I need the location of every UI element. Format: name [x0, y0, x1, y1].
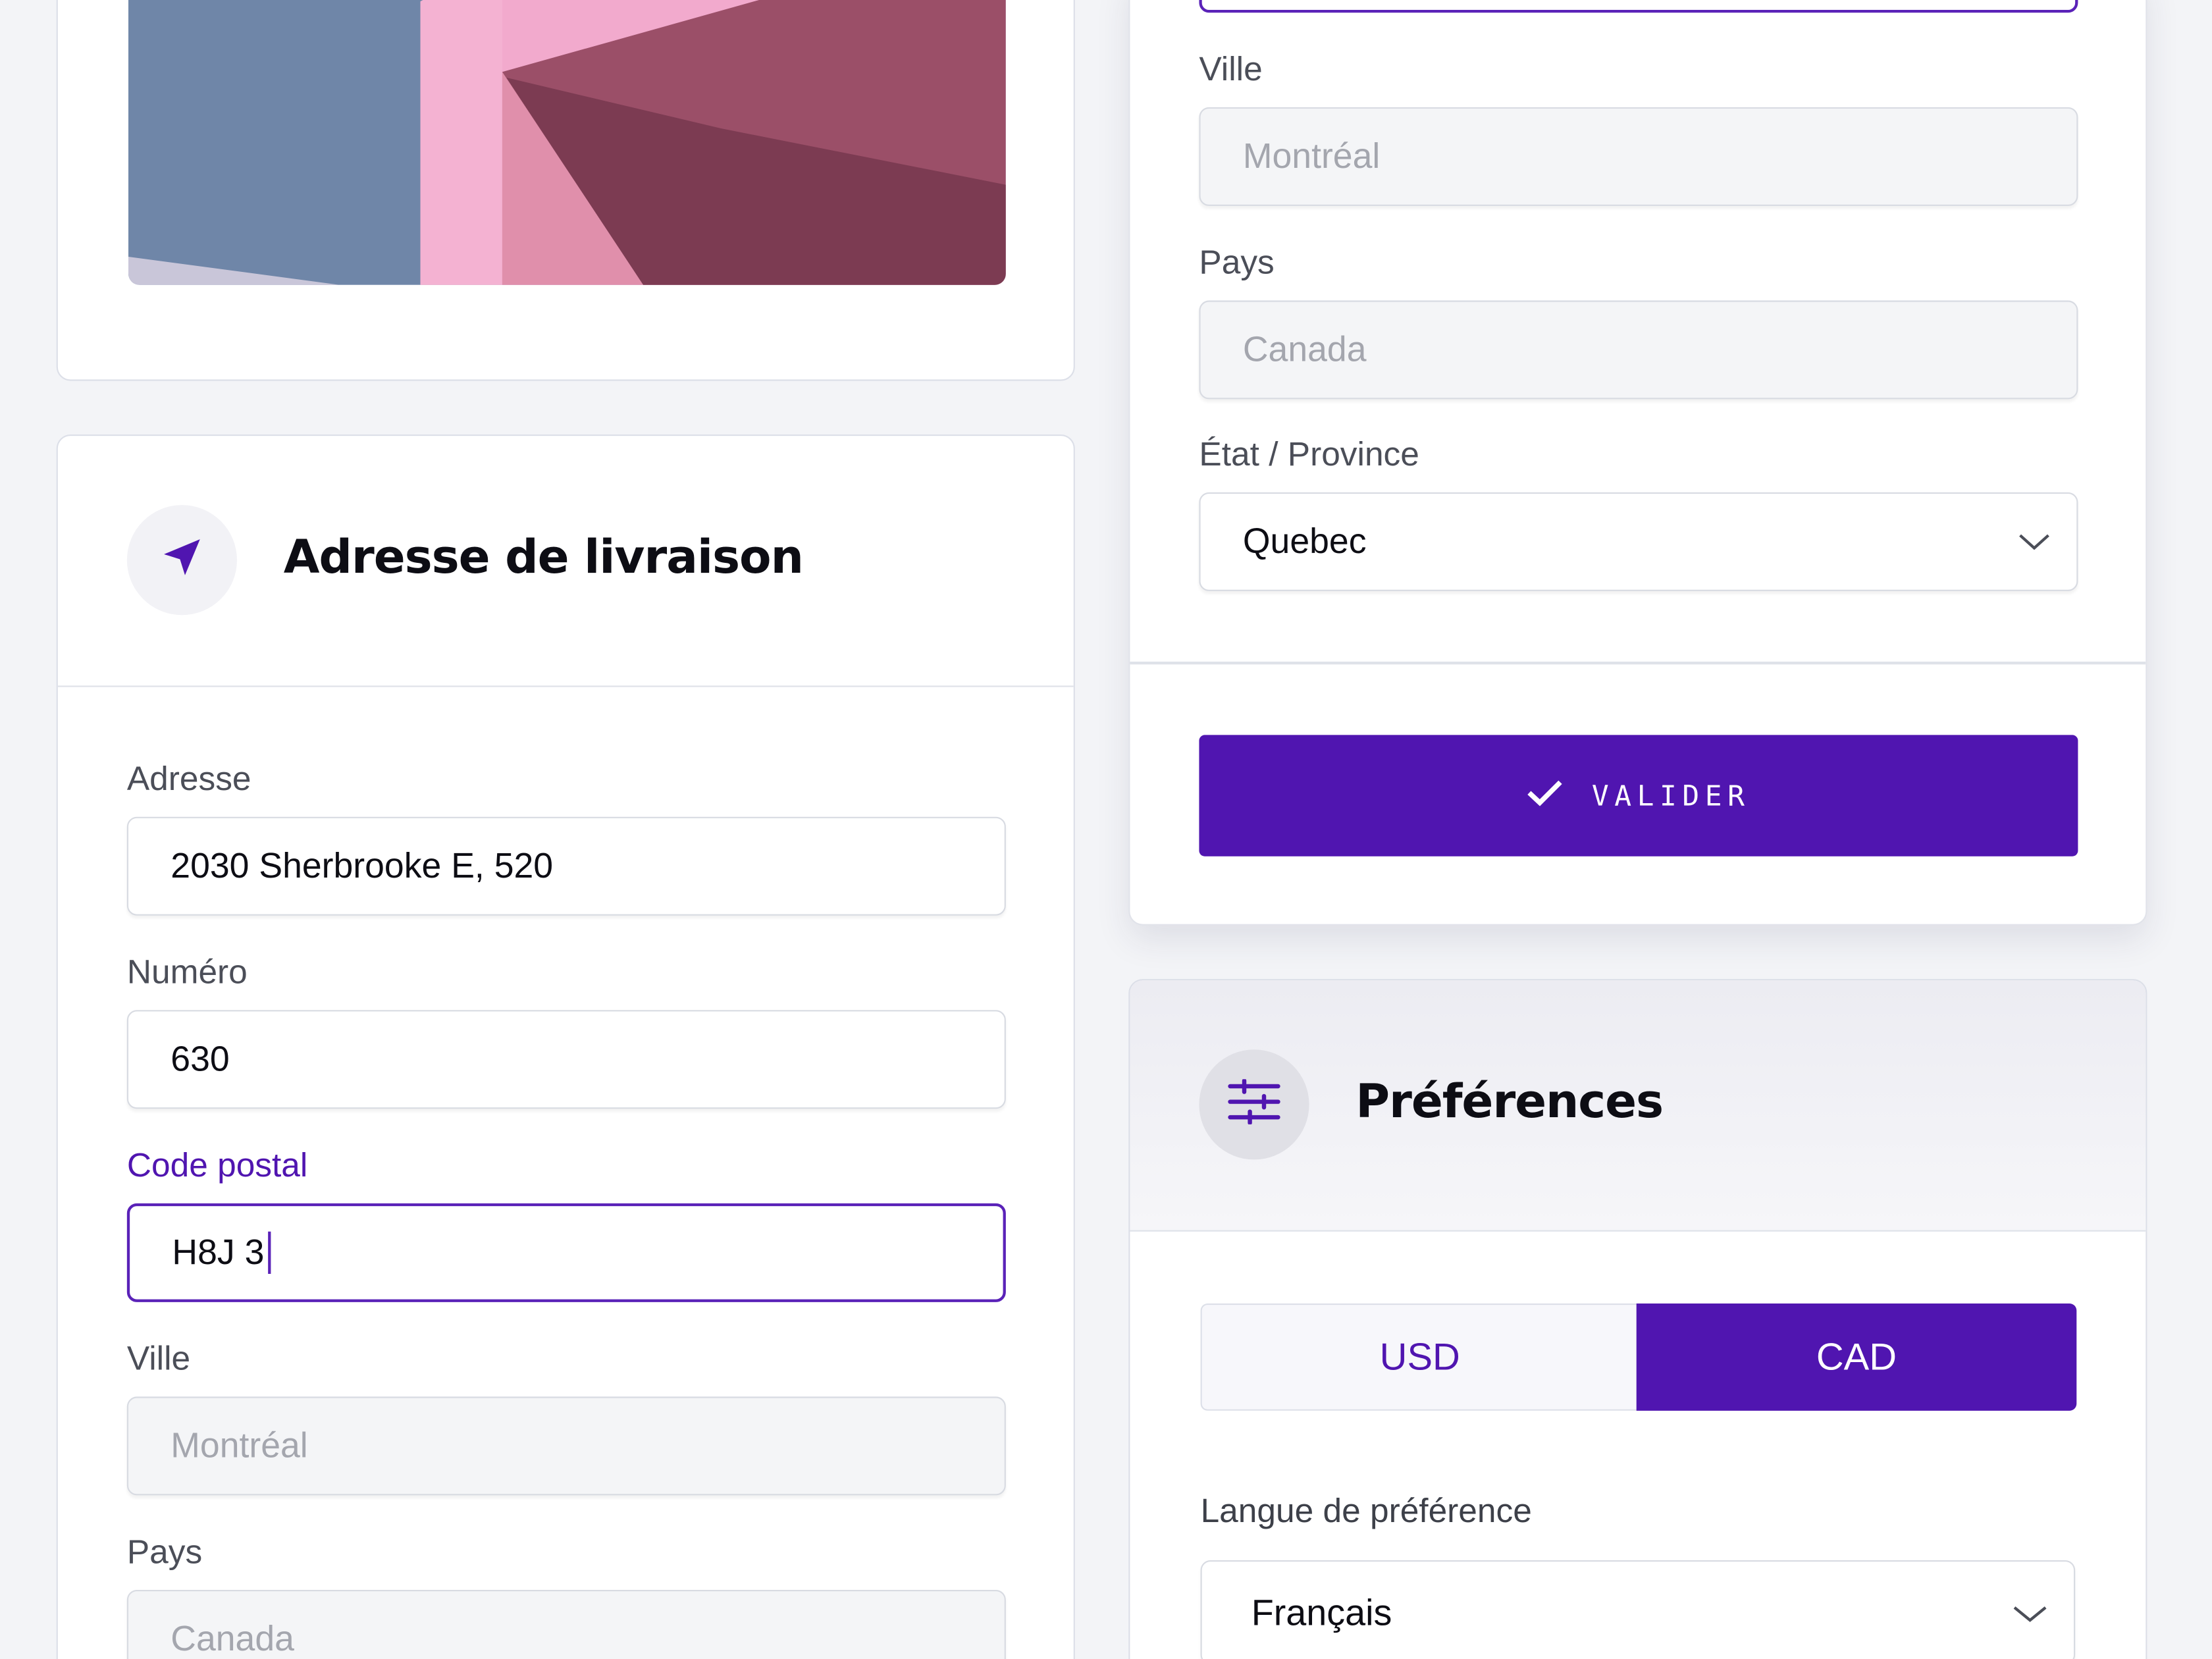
navigation-arrow-icon	[158, 533, 206, 588]
validate-button[interactable]: VALIDER	[1199, 735, 2078, 856]
country-value: Canada	[1242, 329, 1367, 369]
card-title: Préférences	[1356, 1073, 1664, 1129]
currency-usd-label: USD	[1379, 1335, 1460, 1378]
language-label: Langue de préférence	[1200, 1492, 1532, 1531]
city-input: Montréal	[1199, 107, 2078, 206]
card-header: Adresse de livraison	[57, 436, 1074, 687]
address-value: 2030 Sherbrooke E, 520	[171, 845, 554, 885]
architecture-photo	[128, 0, 1006, 285]
city-label: Ville	[1199, 51, 1263, 89]
number-input[interactable]: 630	[126, 1010, 1006, 1109]
country-input: Canada	[126, 1590, 1006, 1659]
page: Adresse de livraison Adresse 2030 Sherbr…	[0, 0, 2212, 1659]
city-value: Montréal	[171, 1425, 308, 1465]
icon-badge	[126, 505, 237, 616]
city-value: Montréal	[1242, 136, 1381, 176]
state-province-select[interactable]: Quebec	[1199, 492, 2078, 591]
address-input[interactable]: 2030 Sherbrooke E, 520	[126, 816, 1006, 916]
previous-field-edge	[1199, 0, 2078, 13]
icon-badge	[1199, 1049, 1309, 1160]
card-header: Préférences	[1130, 980, 2146, 1232]
text-caret	[268, 1231, 272, 1274]
city-input: Montréal	[126, 1396, 1006, 1496]
address-form-card: Ville Montréal Pays Canada État / Provin…	[1128, 0, 2147, 926]
country-label: Pays	[126, 1533, 203, 1572]
card-title: Adresse de livraison	[283, 529, 804, 585]
preferences-card: Préférences USD CAD Langue de préférence…	[1128, 979, 2147, 1659]
number-label: Numéro	[126, 953, 248, 992]
image-card	[56, 0, 1075, 381]
address-label: Adresse	[126, 760, 251, 799]
chevron-down-icon	[2012, 1591, 2049, 1634]
country-label: Pays	[1199, 244, 1275, 282]
country-value: Canada	[171, 1618, 294, 1658]
shipping-address-card: Adresse de livraison Adresse 2030 Sherbr…	[56, 434, 1075, 1659]
currency-cad-option[interactable]: CAD	[1636, 1303, 2077, 1411]
state-province-label: État / Province	[1199, 436, 1419, 474]
language-value: Français	[1251, 1591, 1392, 1633]
postal-code-value: H8J 3	[172, 1232, 265, 1272]
state-province-value: Quebec	[1242, 521, 1367, 561]
currency-usd-option[interactable]: USD	[1200, 1303, 1638, 1411]
postal-code-input[interactable]: H8J 3	[126, 1203, 1006, 1302]
postal-code-label: Code postal	[126, 1147, 308, 1185]
validate-button-label: VALIDER	[1591, 778, 1751, 813]
chevron-down-icon	[2017, 521, 2051, 562]
sliders-icon	[1227, 1078, 1280, 1130]
country-input: Canada	[1199, 300, 2078, 400]
number-value: 630	[171, 1039, 230, 1079]
currency-cad-label: CAD	[1816, 1335, 1897, 1378]
language-select[interactable]: Français	[1200, 1560, 2076, 1659]
checkmark-icon	[1527, 778, 1564, 814]
city-label: Ville	[126, 1340, 191, 1379]
divider	[1130, 661, 2146, 664]
